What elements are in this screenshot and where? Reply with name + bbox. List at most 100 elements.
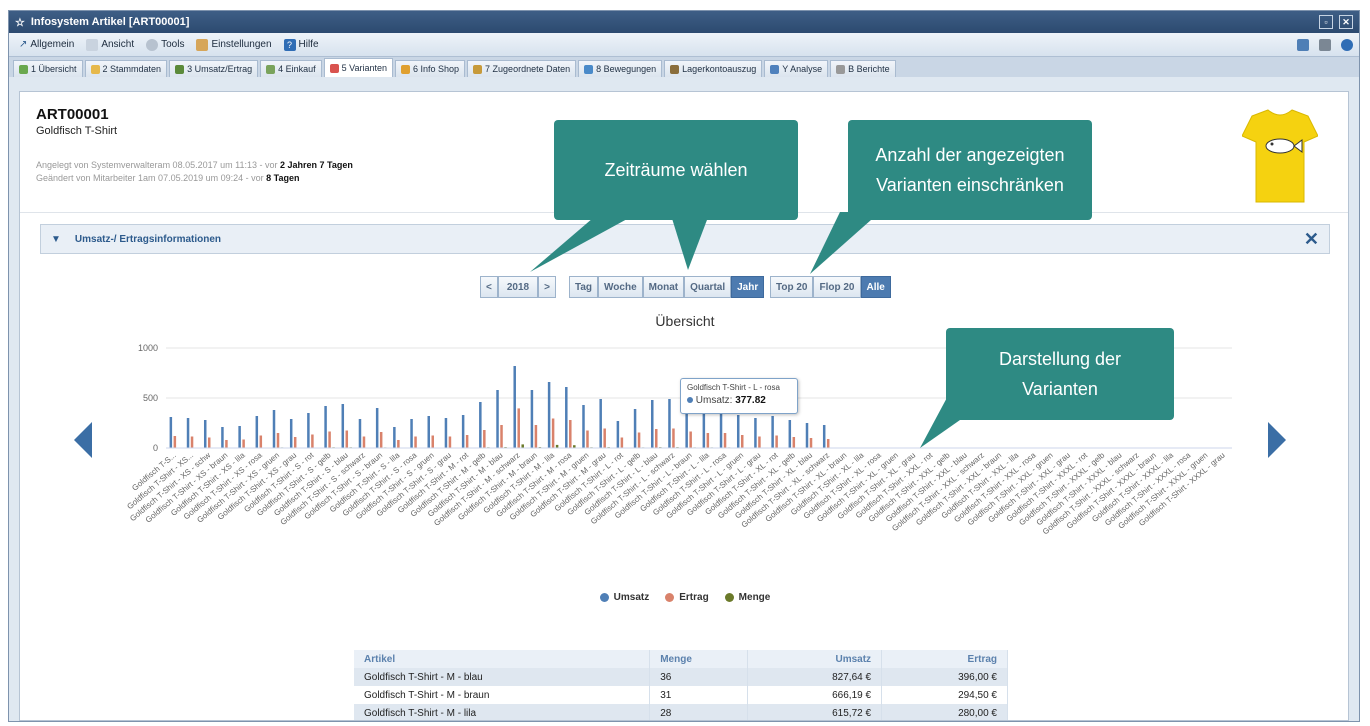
- bar-ertrag: [534, 425, 538, 448]
- bar-umsatz: [324, 406, 327, 448]
- legend-dot: [599, 593, 609, 602]
- bar-umsatz: [633, 409, 637, 448]
- bar-ertrag: [517, 408, 520, 448]
- bar-ertrag: [637, 432, 641, 448]
- bar-ertrag: [311, 434, 314, 448]
- tab-5[interactable]: 5 Varianten: [323, 58, 393, 77]
- bar-umsatz: [547, 382, 551, 448]
- menu-allgemein[interactable]: ↗ Allgemein: [15, 37, 78, 52]
- tab-1[interactable]: 1 Übersicht: [13, 60, 83, 77]
- menu-tools[interactable]: Tools: [142, 37, 188, 53]
- bar-umsatz: [238, 426, 241, 448]
- legend-ertrag[interactable]: Ertrag: [665, 592, 709, 603]
- col-ertrag[interactable]: Ertrag: [881, 650, 1008, 668]
- section-title: Umsatz-/ Ertragsinformationen: [74, 233, 222, 245]
- bar-umsatz: [616, 421, 620, 448]
- tab-10[interactable]: Y Analyse: [764, 60, 829, 77]
- bar-ertrag: [379, 432, 383, 448]
- bar-umsatz: [255, 416, 259, 448]
- tab-7[interactable]: 7 Zugeordnete Daten: [467, 60, 577, 77]
- col-menge[interactable]: Menge: [649, 650, 749, 668]
- help-icon: ?: [283, 38, 296, 51]
- variants-table: Artikel Menge Umsatz Ertrag Goldfisch T-…: [354, 650, 1008, 720]
- table-row[interactable]: Goldfisch T-Shirt - M - lila 28 615,72 €2…: [354, 704, 1008, 720]
- bar-umsatz: [719, 410, 723, 448]
- article-meta: Angelegt von Systemverwalteram 08.05.201…: [36, 160, 353, 183]
- callout-filter: Anzahl der angezeigten Varianten einschr…: [848, 120, 1092, 220]
- table-row[interactable]: Goldfisch T-Shirt - M - blau 36 827,64 €3…: [354, 668, 1008, 686]
- view-icon: [86, 38, 99, 51]
- bar-umsatz: [375, 408, 379, 448]
- legend-umsatz[interactable]: Umsatz: [599, 592, 649, 603]
- title-bar: ☆ Infosystem Artikel [ART00001] ▫ ✕: [9, 11, 1359, 33]
- bar-umsatz: [479, 402, 482, 448]
- menu-ansicht[interactable]: Ansicht: [82, 37, 138, 53]
- table-row[interactable]: Goldfisch T-Shirt - M - braun 31 666,19 €…: [354, 686, 1008, 704]
- bar-ertrag: [448, 436, 452, 448]
- bar-ertrag: [758, 436, 761, 448]
- bar-ertrag: [345, 430, 349, 448]
- chart-prev-arrow-icon[interactable]: [74, 422, 94, 458]
- bar-umsatz: [668, 399, 671, 448]
- bar-umsatz: [702, 410, 706, 448]
- bar-umsatz: [805, 423, 809, 448]
- article-name: Goldfisch T-Shirt: [36, 125, 118, 137]
- tab-icon: [90, 64, 100, 74]
- bar-umsatz: [221, 427, 224, 448]
- bar-ertrag: [276, 433, 280, 448]
- menu-einstellungen[interactable]: Einstellungen: [192, 37, 275, 53]
- table-header-row: Artikel Menge Umsatz Ertrag: [354, 650, 1008, 668]
- bar-ertrag: [809, 438, 813, 448]
- bar-ertrag: [500, 425, 503, 448]
- bar-umsatz: [496, 390, 499, 448]
- bar-ertrag: [483, 430, 486, 448]
- bar-umsatz: [393, 427, 396, 448]
- tab-icon: [584, 64, 594, 74]
- star-icon[interactable]: ☆: [15, 16, 25, 29]
- main-content: ART00001 Goldfisch T-Shirt Angelegt von …: [19, 91, 1349, 721]
- y-tick-label: 1000: [138, 343, 158, 353]
- tab-icon: [266, 64, 276, 74]
- tab-8[interactable]: 8 Bewegungen: [578, 60, 663, 77]
- tools-icon: [146, 38, 159, 51]
- bar-umsatz: [203, 420, 207, 448]
- maximize-button[interactable]: ▫: [1319, 15, 1333, 29]
- tab-9[interactable]: Lagerkontoauszug: [664, 60, 763, 77]
- bar-umsatz: [771, 416, 774, 448]
- tab-2[interactable]: 2 Stammdaten: [84, 60, 168, 77]
- menu-hilfe[interactable]: ? Hilfe: [280, 37, 323, 53]
- tab-3[interactable]: 3 Umsatz/Ertrag: [169, 60, 259, 77]
- bar-umsatz: [410, 419, 413, 448]
- chart-next-arrow-icon[interactable]: [1266, 422, 1286, 458]
- bar-ertrag: [826, 439, 830, 448]
- bar-umsatz: [444, 418, 448, 448]
- bar-ertrag: [620, 437, 624, 448]
- bar-umsatz: [736, 415, 740, 448]
- y-tick-label: 0: [153, 443, 158, 453]
- legend-menge[interactable]: Menge: [724, 592, 770, 603]
- bar-umsatz: [530, 390, 534, 448]
- tab-6[interactable]: 6 Info Shop: [395, 60, 466, 77]
- print-icon[interactable]: [1319, 38, 1331, 51]
- bar-ertrag: [551, 418, 555, 448]
- prev-year-button[interactable]: <: [480, 276, 498, 298]
- bar-ertrag: [259, 435, 263, 448]
- close-icon[interactable]: ✕: [1304, 229, 1319, 250]
- tab-4[interactable]: 4 Einkauf: [260, 60, 322, 77]
- tab-11[interactable]: B Berichte: [830, 60, 896, 77]
- close-window-button[interactable]: ✕: [1339, 15, 1353, 29]
- bar-ertrag: [465, 435, 469, 448]
- callout-display: Darstellung der Varianten: [946, 328, 1174, 420]
- col-umsatz[interactable]: Umsatz: [747, 650, 883, 668]
- bar-umsatz: [307, 413, 310, 448]
- bar-umsatz: [461, 415, 465, 448]
- bar-umsatz: [513, 366, 516, 448]
- globe-icon[interactable]: [1341, 38, 1353, 51]
- bar-umsatz: [169, 417, 173, 448]
- settings-icon: [196, 38, 209, 51]
- bar-ertrag: [740, 435, 744, 448]
- collapse-chevron-icon[interactable]: ▼: [51, 234, 61, 245]
- bar-umsatz: [289, 419, 293, 448]
- export-icon[interactable]: [1297, 38, 1309, 51]
- col-artikel[interactable]: Artikel: [354, 650, 651, 668]
